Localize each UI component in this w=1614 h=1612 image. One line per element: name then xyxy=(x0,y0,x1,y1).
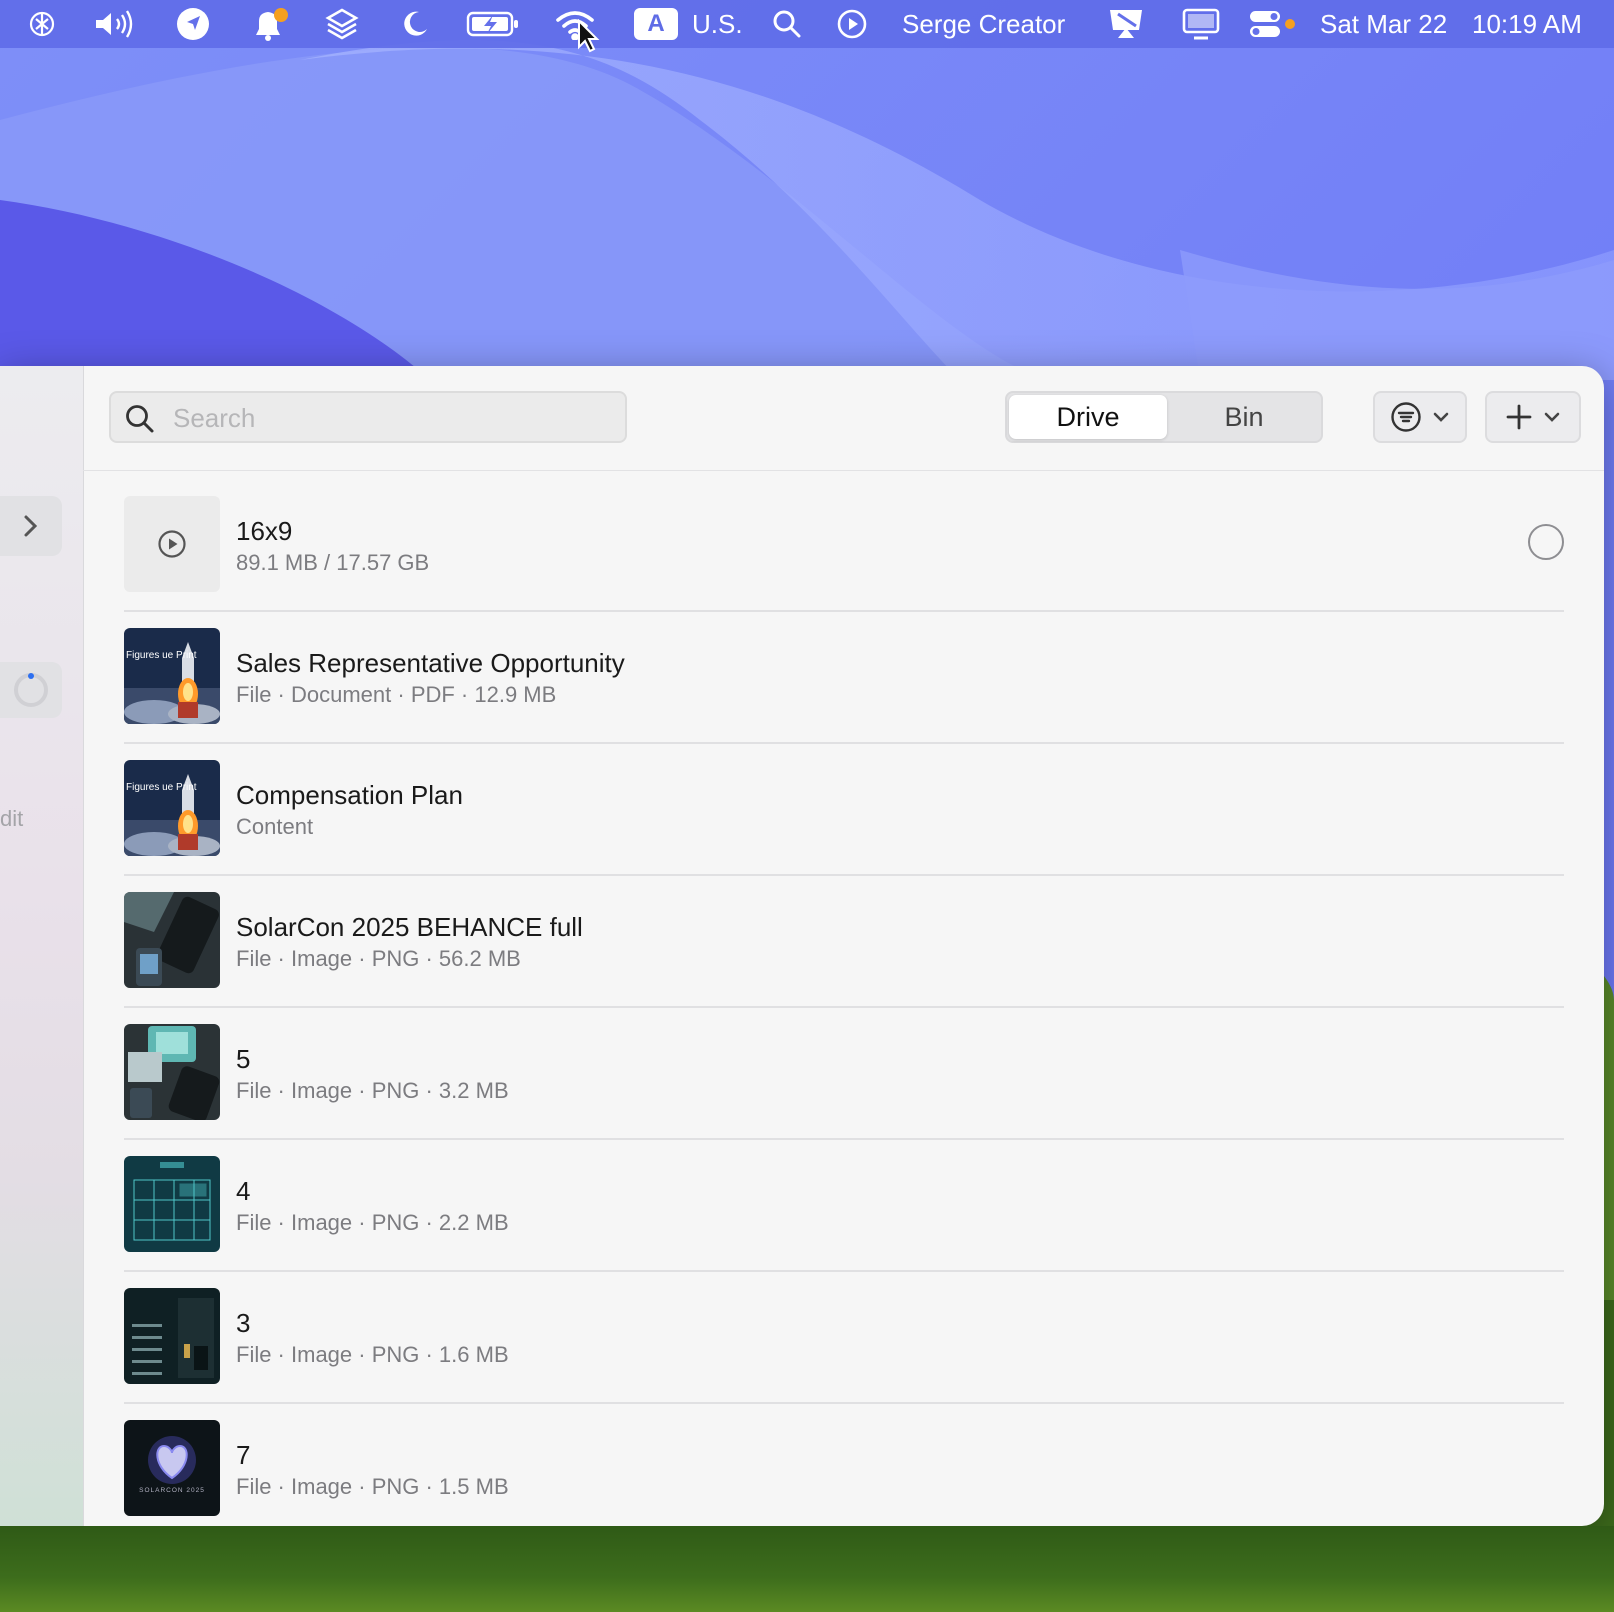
heart-thumbnail: SOLARCON 2025 xyxy=(124,1420,220,1516)
airplay-icon[interactable] xyxy=(1106,8,1146,40)
list-item[interactable]: 16x9 89.1 MB / 17.57 GB xyxy=(124,496,1564,612)
file-title: 16x9 xyxy=(236,516,293,546)
rocket-thumbnail: Figures ue Print xyxy=(124,760,220,856)
file-meta: File · Image · PNG · 2.2 MB xyxy=(236,1210,509,1235)
dark-document-thumbnail xyxy=(124,1288,220,1384)
sidebar: dit xyxy=(0,366,84,1526)
list-item[interactable]: Figures ue Print Compensation Plan Conte… xyxy=(124,744,1564,876)
list-item[interactable]: 4 File · Image · PNG · 2.2 MB xyxy=(124,1140,1564,1272)
file-meta: File · Image · PNG · 1.5 MB xyxy=(236,1474,509,1499)
tab-bin[interactable]: Bin xyxy=(1169,395,1319,439)
menubar-date[interactable]: Sat Mar 22 xyxy=(1320,0,1447,48)
drive-window: dit Drive Bin 16x9 89.1 MB / 17.57 GB xyxy=(0,366,1604,1526)
file-meta: 89.1 MB / 17.57 GB xyxy=(236,550,430,575)
file-title: 4 xyxy=(236,1176,251,1206)
devices-thumbnail xyxy=(124,1024,220,1120)
list-item[interactable]: 3 File · Image · PNG · 1.6 MB xyxy=(124,1272,1564,1404)
list-item[interactable]: SolarCon 2025 BEHANCE full File · Image … xyxy=(124,876,1564,1008)
file-title: 3 xyxy=(236,1308,251,1338)
svg-text:Figures ue Print: Figures ue Print xyxy=(126,782,197,793)
file-meta: Content xyxy=(236,814,314,839)
file-title: SolarCon 2025 BEHANCE full xyxy=(236,912,583,942)
list-item[interactable]: SOLARCON 2025 7 File · Image · PNG · 1.5… xyxy=(124,1404,1564,1526)
openai-icon[interactable] xyxy=(26,8,58,40)
plus-icon xyxy=(1506,404,1532,430)
chevron-down-icon xyxy=(1433,412,1449,422)
sync-spinner xyxy=(0,662,62,718)
rocket-thumbnail: Figures ue Print xyxy=(124,628,220,724)
toolbar: Drive Bin xyxy=(83,366,1604,471)
play-circle-icon[interactable] xyxy=(836,8,868,40)
search-field[interactable] xyxy=(109,391,627,443)
video-thumbnail xyxy=(124,496,220,592)
blueprint-thumbnail xyxy=(124,1156,220,1252)
display-icon[interactable] xyxy=(1182,8,1220,40)
file-title: 5 xyxy=(236,1044,251,1074)
notifications-icon[interactable] xyxy=(250,8,290,41)
battery-charging-icon[interactable] xyxy=(466,8,520,40)
svg-text:SOLARCON 2025: SOLARCON 2025 xyxy=(139,1487,205,1494)
desktop-wallpaper-bottom xyxy=(0,1526,1614,1612)
play-circle-icon xyxy=(158,530,186,558)
list-item[interactable]: Figures ue Print Sales Representative Op… xyxy=(124,612,1564,744)
input-source-label[interactable]: U.S. xyxy=(692,0,743,48)
input-source-badge[interactable]: A xyxy=(634,8,678,40)
layers-icon[interactable] xyxy=(324,8,360,40)
tab-drive[interactable]: Drive xyxy=(1009,395,1167,439)
file-title: Sales Representative Opportunity xyxy=(236,648,625,678)
file-list: 16x9 89.1 MB / 17.57 GB Figures ue Print xyxy=(124,496,1564,1526)
svg-text:Figures ue Print: Figures ue Print xyxy=(126,650,197,661)
menubar-time[interactable]: 10:19 AM xyxy=(1472,0,1582,48)
chevron-down-icon xyxy=(1544,412,1560,422)
volume-icon[interactable] xyxy=(92,8,136,40)
select-radio-button[interactable] xyxy=(1528,524,1564,560)
search-input[interactable] xyxy=(171,393,615,443)
file-meta: File · Image · PNG · 3.2 MB xyxy=(236,1078,509,1103)
file-meta: File · Document · PDF · 12.9 MB xyxy=(236,682,557,707)
moon-icon[interactable] xyxy=(398,8,430,40)
mouse-cursor-icon xyxy=(576,18,602,54)
expand-sidebar-button[interactable] xyxy=(0,496,62,556)
menubar-user-name[interactable]: Serge Creator xyxy=(902,0,1065,48)
file-meta: File · Image · PNG · 1.6 MB xyxy=(236,1342,509,1367)
file-meta: File · Image · PNG · 56.2 MB xyxy=(236,946,521,971)
spotlight-search-icon[interactable] xyxy=(772,8,802,40)
search-icon xyxy=(126,405,154,433)
filter-list-icon xyxy=(1391,402,1421,432)
location-icon[interactable] xyxy=(176,8,210,40)
file-title: Compensation Plan xyxy=(236,780,463,810)
drive-bin-segmented-control: Drive Bin xyxy=(1005,391,1323,443)
sidebar-edit-label[interactable]: dit xyxy=(0,806,23,832)
filter-menu-button[interactable] xyxy=(1373,391,1467,443)
menu-bar: A U.S. Serge Creator Sat Mar 22 10:19 AM xyxy=(0,0,1614,53)
file-title: 7 xyxy=(236,1440,251,1470)
add-menu-button[interactable] xyxy=(1485,391,1581,443)
loading-spinner-icon xyxy=(14,673,48,707)
list-item[interactable]: 5 File · Image · PNG · 3.2 MB xyxy=(124,1008,1564,1140)
control-center-icon[interactable] xyxy=(1248,8,1296,40)
chevron-right-icon xyxy=(24,515,38,537)
devices-thumbnail xyxy=(124,892,220,988)
